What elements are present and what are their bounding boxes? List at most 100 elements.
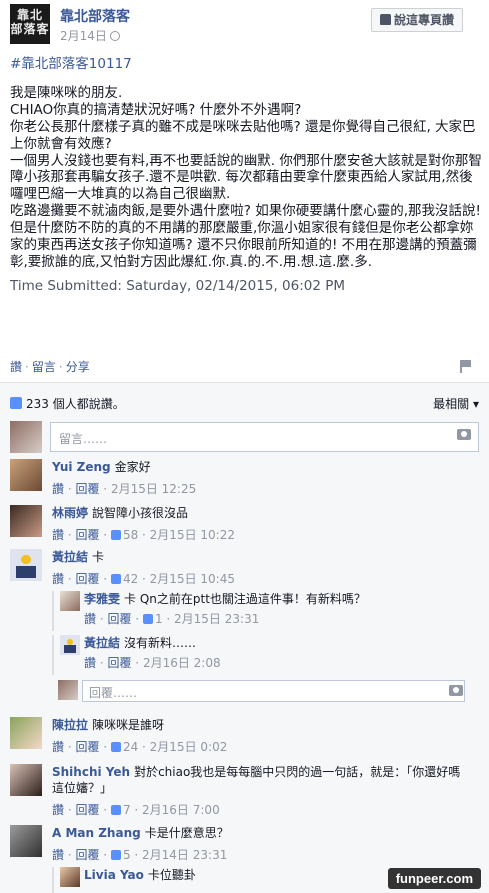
comment-reply-link[interactable]: 回覆: [75, 528, 99, 542]
like-link[interactable]: 讚: [10, 360, 22, 374]
comment-text: 卡: [92, 550, 105, 564]
avatar[interactable]: [10, 549, 42, 581]
comment-like-link[interactable]: 讚: [52, 528, 64, 542]
reply-time[interactable]: 2月16日 2:08: [143, 656, 221, 670]
comment-like-count[interactable]: 42: [123, 572, 138, 586]
reply-author[interactable]: 黃拉結: [84, 636, 120, 650]
comment-input[interactable]: 留言……: [50, 422, 479, 452]
comment-reply-link[interactable]: 回覆: [75, 848, 99, 862]
sort-dropdown[interactable]: 最相關 ▾: [433, 395, 479, 412]
comment-like-count[interactable]: 7: [123, 803, 131, 817]
post-header: 靠北 部落客 靠北部落客 2月14日 說這專頁讚: [10, 4, 479, 46]
post-date[interactable]: 2月14日: [60, 27, 120, 44]
comment-like-count[interactable]: 58: [123, 528, 138, 542]
reply-like-link[interactable]: 讚: [84, 612, 96, 626]
avatar[interactable]: [10, 764, 42, 796]
like-icon: [110, 530, 121, 540]
post-date-text[interactable]: 2月14日: [60, 29, 107, 43]
avatar[interactable]: [10, 459, 42, 491]
post-line: 吃路邊攤要不就滷肉飯,是要外遇什麼啦? 如果你硬要講什麼心靈的,那我沒話說! 但…: [10, 203, 481, 270]
comment-time[interactable]: 2月15日 10:45: [150, 572, 235, 586]
comment-reply-link[interactable]: 回覆: [75, 740, 99, 754]
reply-text: 卡位聽卦: [147, 868, 196, 882]
comment-reply-link[interactable]: 回覆: [75, 572, 99, 586]
avatar[interactable]: [60, 867, 80, 887]
avatar: [58, 680, 78, 700]
avatar[interactable]: [10, 505, 42, 537]
comment-like-link[interactable]: 讚: [52, 803, 64, 817]
post-line: 我是陳咪咪的朋友.: [10, 84, 123, 101]
reply-composer: 回覆……: [52, 680, 471, 702]
page-avatar[interactable]: 靠北 部落客: [10, 4, 50, 44]
comment-like-link[interactable]: 讚: [52, 740, 64, 754]
reply: 李雅雯卡 Qn之前在ptt也關注過這件事！有新料嗎？ 讚 · 回覆 · 1 · …: [52, 591, 480, 631]
comment-like-link[interactable]: 讚: [52, 482, 64, 496]
reply: 黃拉結 沒有新料…… 讚 · 回覆 · 2月16日 2:08: [52, 635, 480, 675]
avatar: [10, 421, 42, 453]
like-page-button[interactable]: 說這專頁讚: [370, 8, 463, 32]
post-line: 你老公長那什麼樣子真的雖不成是咪咪去貼他嗎? 還是你覺得自己很紅, 大家巴上你就…: [10, 118, 476, 152]
comment-time[interactable]: 2月15日 12:25: [111, 482, 196, 496]
comment-author[interactable]: Yui Zeng: [52, 460, 111, 474]
like-icon: [110, 850, 121, 860]
page-name[interactable]: 靠北部落客: [60, 6, 130, 26]
comment-composer: 留言……: [10, 421, 479, 453]
comment-like-link[interactable]: 讚: [52, 848, 64, 862]
post-actions: 讚 · 留言 · 分享: [10, 360, 90, 374]
reply-author[interactable]: 李雅雯: [84, 592, 120, 606]
avatar[interactable]: [60, 591, 80, 611]
comment-link[interactable]: 留言: [32, 360, 56, 374]
comment-text: 卡是什麼意思？: [144, 826, 229, 840]
post-line: 一個男人沒錢也要有料,再不也要話說的幽默. 你們那什麼安爸大該就是對你那智障小孩…: [10, 152, 482, 203]
comment-like-count[interactable]: 5: [123, 848, 131, 862]
reply-author[interactable]: Livia Yao: [84, 868, 144, 882]
share-link[interactable]: 分享: [66, 360, 90, 374]
comment-time[interactable]: 2月15日 10:22: [150, 528, 235, 542]
camera-icon[interactable]: [457, 429, 471, 440]
flag-icon[interactable]: [460, 360, 472, 373]
reply-like-link[interactable]: 讚: [84, 656, 96, 670]
reply-time[interactable]: 2月15日 23:31: [174, 612, 259, 626]
thumbs-up-icon: [379, 14, 391, 25]
reply-like-count[interactable]: 1: [155, 612, 163, 626]
comment-like-count[interactable]: 24: [123, 740, 138, 754]
comment-time[interactable]: 2月15日 0:02: [150, 740, 228, 754]
like-icon: [110, 742, 121, 752]
post-line: CHIAO你真的搞清楚狀況好嗎? 什麼外不外遇啊?: [10, 101, 302, 118]
comment-time[interactable]: 2月16日 7:00: [142, 803, 220, 817]
comment-author[interactable]: A Man Zhang: [52, 826, 141, 840]
comment-text: 金家好: [114, 460, 151, 474]
globe-icon: [109, 31, 120, 41]
likes-text: 233 個人都說讚。: [26, 397, 125, 411]
comment-reply-link[interactable]: 回覆: [75, 803, 99, 817]
comment-like-link[interactable]: 讚: [52, 572, 64, 586]
like-icon: [142, 614, 153, 624]
like-icon: [110, 574, 121, 584]
comment-author[interactable]: 黃拉結: [52, 550, 88, 564]
avatar[interactable]: [60, 635, 80, 655]
avatar[interactable]: [10, 717, 42, 749]
likes-summary[interactable]: 233 個人都說讚。: [10, 395, 125, 412]
submitted-time: Time Submitted: Saturday, 02/14/2015, 06…: [10, 277, 346, 294]
reply-input[interactable]: 回覆……: [82, 680, 465, 702]
reply-reply-link[interactable]: 回覆: [107, 612, 131, 626]
comment-text: 說智障小孩很沒品: [92, 506, 189, 520]
comment-author[interactable]: Shihchi Yeh: [52, 765, 130, 779]
camera-icon[interactable]: [449, 685, 463, 696]
comments-section: 233 個人都說讚。 最相關 ▾ 留言…… Yui Zeng 金家好 讚 · 回覆…: [0, 382, 489, 893]
comment-author[interactable]: 林雨婷: [52, 506, 88, 520]
like-icon: [110, 805, 121, 815]
comment-time[interactable]: 2月14日 23:31: [142, 848, 227, 862]
comment-author[interactable]: 陳拉拉: [52, 718, 88, 732]
post-body: #靠北部落客10117 我是陳咪咪的朋友. CHIAO你真的搞清楚狀況好嗎? 什…: [10, 56, 482, 295]
avatar[interactable]: [10, 825, 42, 857]
reply-reply-link[interactable]: 回覆: [107, 656, 131, 670]
like-icon: [10, 397, 22, 409]
like-page-label: 說這專頁讚: [393, 13, 454, 27]
reply-text: 沒有新料……: [124, 636, 197, 650]
watermark: funpeer.com: [387, 868, 481, 889]
reply-text: 卡 Qn之前在ptt也關注過這件事！有新料嗎？: [124, 592, 366, 606]
comment-reply-link[interactable]: 回覆: [75, 482, 99, 496]
hashtag-link[interactable]: #靠北部落客10117: [10, 56, 482, 73]
comment-text: 陳咪咪是誰呀: [92, 718, 165, 732]
